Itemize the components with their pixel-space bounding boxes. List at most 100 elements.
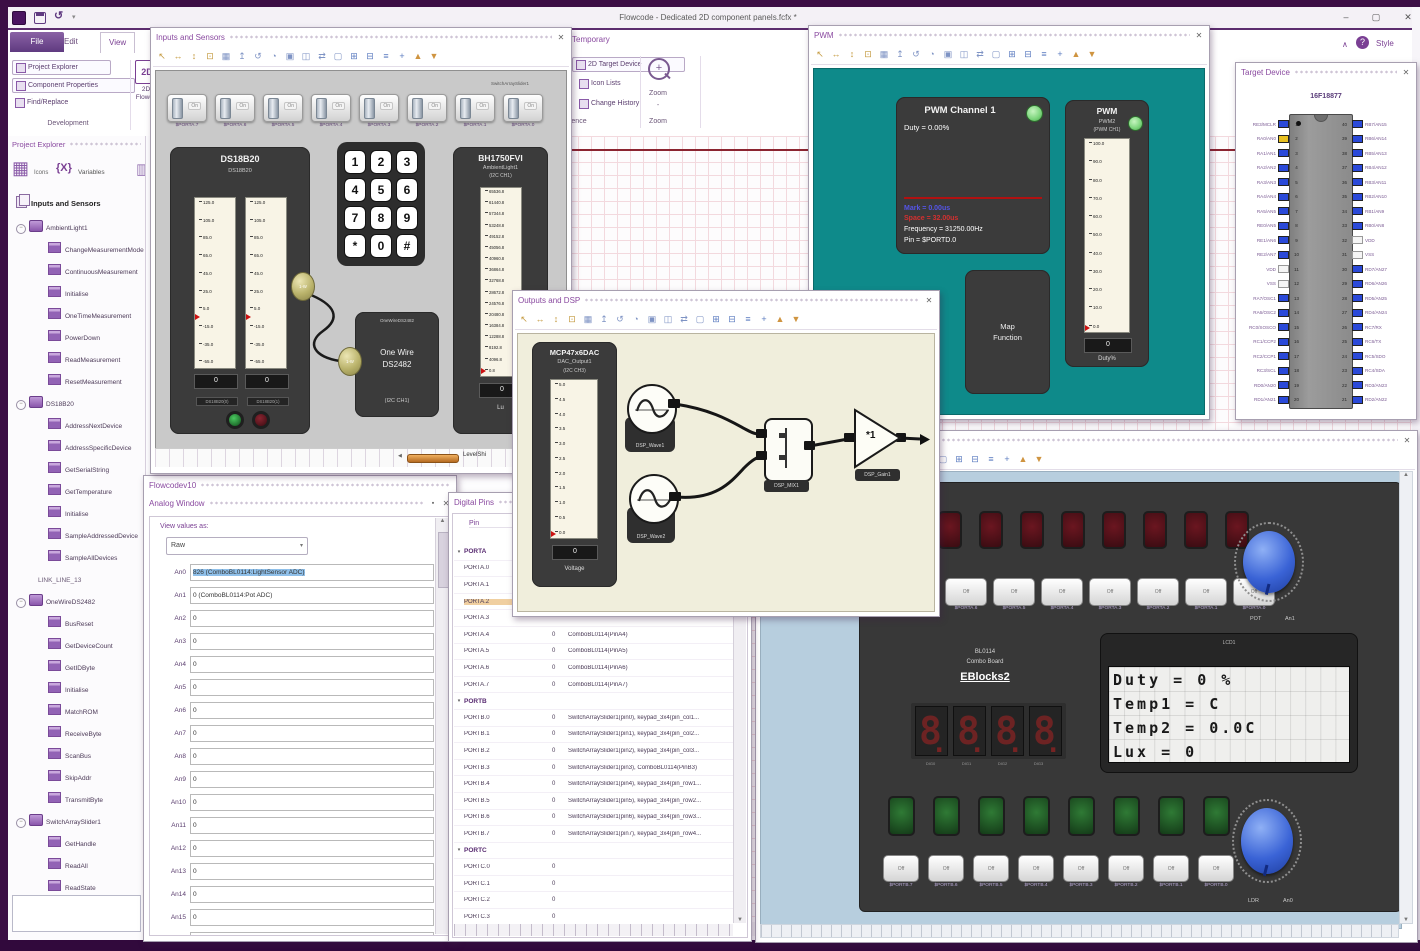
tree-item[interactable]: −SampleAllDevices [8, 548, 145, 570]
tree-item[interactable]: −SampleAddressedDevice [8, 526, 145, 548]
chip-pin[interactable]: VSS 12 [1240, 277, 1302, 292]
analog-value-field[interactable]: 0 [190, 771, 434, 788]
analog-value-field[interactable]: 0 [190, 794, 434, 811]
digital-pin-row[interactable]: ▾ PORTC [454, 843, 733, 860]
chip-pin[interactable]: RA0/AN0 2 [1240, 132, 1302, 147]
scroll-down-icon[interactable]: ▼ [1400, 917, 1412, 923]
close-icon[interactable]: ✕ [556, 33, 566, 42]
toolbar-icon[interactable]: ↖ [518, 313, 530, 325]
digital-pin-row[interactable]: PORTB.7 0 SwitchArraySlider1(pin7), keypad… [454, 826, 733, 843]
analog-value-field[interactable]: 0 [190, 633, 434, 650]
chip-pin[interactable]: 23 RC4/SDA [1339, 364, 1412, 379]
ribbon-item-project-explorer[interactable]: Project Explorer [12, 60, 111, 75]
pwm-channel-component[interactable]: PWM Channel 1 Duty = 0.00% Mark = 0.00us… [896, 97, 1050, 254]
port-button[interactable]: Off $PORTB.1 [1153, 855, 1189, 888]
zoom-in-icon[interactable]: + [648, 58, 670, 80]
chip-pin[interactable]: 34 RB1/AN9 [1339, 204, 1412, 219]
toolbar-icon[interactable]: ⇄ [316, 50, 328, 62]
close-icon[interactable]: ✕ [924, 296, 934, 305]
chip-pin[interactable]: RC3/SCL 18 [1240, 364, 1302, 379]
tree-item[interactable]: −ContinuousMeasurement [8, 262, 145, 284]
chip-pin[interactable]: RC0/SOSCO 15 [1240, 320, 1302, 335]
digital-pin-row[interactable]: PORTA.5 0 ComboBL0114(PinA5) [454, 644, 733, 661]
analog-value-field[interactable]: 0 [190, 610, 434, 627]
tree-item[interactable]: −SkipAddr [8, 768, 145, 790]
analog-value-field[interactable]: 0 [190, 840, 434, 857]
tree-item[interactable]: −GetSerialString [8, 460, 145, 482]
chip-pin[interactable]: 32 VDD [1339, 233, 1412, 248]
window-titlebar[interactable]: PWM ✕ [809, 26, 1209, 44]
toolbar-icon[interactable]: ≡ [380, 50, 392, 62]
chip-pin[interactable]: 25 RC6/TX [1339, 335, 1412, 350]
chip-pin[interactable]: RD1/AN21 20 [1240, 393, 1302, 408]
icons-tab-icon[interactable]: ▦ [12, 158, 29, 178]
tree-item[interactable]: −AddressSpecificDevice [8, 438, 145, 460]
digital-pin-row[interactable]: PORTC.2 0 [454, 892, 733, 910]
toolbar-icon[interactable]: ≡ [742, 313, 754, 325]
tree-item[interactable]: − AmbientLight1 [8, 218, 145, 240]
tree-item[interactable]: − OneWireDS2482 [8, 592, 145, 614]
analog-value-field[interactable]: 0 [190, 656, 434, 673]
toolbar-icon[interactable]: ▦ [582, 313, 594, 325]
chip-pin[interactable]: VDD 11 [1240, 262, 1302, 277]
scroll-thumb[interactable] [407, 454, 459, 463]
chip-pin[interactable]: RA2/AN2 4 [1240, 161, 1302, 176]
toolbar-icon[interactable]: ▢ [694, 313, 706, 325]
toolbar-icon[interactable]: ↔ [830, 48, 842, 60]
duty-slider[interactable]: 100.0 90.0 80.0 70.0 60.0 50.0 40.0 30.0 20.0 10.… [1084, 138, 1130, 333]
digital-pin-row[interactable]: PORTB.2 0 SwitchArraySlider1(pin2), keypad… [454, 743, 733, 760]
tree-item[interactable]: −MatchROM [8, 702, 145, 724]
icons-tab-label[interactable]: Icons [34, 170, 48, 176]
chip-pin[interactable]: RA1/AN1 3 [1240, 146, 1302, 161]
chip-pin[interactable]: 30 RD7/AN27 [1339, 262, 1412, 277]
chip-pin[interactable]: 21 RD2/AN22 [1339, 393, 1412, 408]
vertical-scrollbar[interactable]: ▲ ▼ [1399, 471, 1413, 924]
port-button[interactable]: Off $PORTA.3 [1089, 578, 1131, 611]
minimize-button[interactable]: – [1336, 9, 1356, 25]
toolbar-icon[interactable]: ↥ [598, 313, 610, 325]
toolbar-icon[interactable]: ⊞ [710, 313, 722, 325]
toolbar-icon[interactable]: ⊞ [953, 453, 965, 465]
expander-icon[interactable]: − [16, 818, 26, 828]
toolbar-icon[interactable]: ▼ [1086, 48, 1098, 60]
port-button[interactable]: Off $PORTB.2 [1108, 855, 1144, 888]
view-values-dropdown[interactable]: ▾ Raw [166, 537, 308, 555]
onewire-bus-node[interactable]: 1-W [291, 272, 315, 301]
digital-pin-row[interactable]: ▾ PORTB [454, 693, 733, 710]
chip-pin[interactable]: 24 RC5/SDO [1339, 349, 1412, 364]
port-button[interactable]: Off $PORTA.5 [993, 578, 1035, 611]
toolbar-icon[interactable]: ▲ [774, 313, 786, 325]
toolbar-icon[interactable]: ◔ [268, 50, 280, 62]
port-button[interactable]: Off $PORTB.7 [883, 855, 919, 888]
ribbon-item-find-replace[interactable]: Find/Replace [12, 96, 101, 109]
chip-pin[interactable]: 36 RB3/AN11 [1339, 175, 1412, 190]
tab-edit[interactable]: Edit [56, 32, 86, 52]
chip-pin[interactable]: RA6/OSC2 14 [1240, 306, 1302, 321]
toolbar-icon[interactable]: ↺ [252, 50, 264, 62]
digital-pin-row[interactable]: PORTB.6 0 SwitchArraySlider1(pin6), keypad… [454, 810, 733, 827]
tree-item[interactable]: −OneTimeMeasurement [8, 306, 145, 328]
group-arrow-icon[interactable]: ▾ [454, 847, 464, 853]
toolbar-icon[interactable]: ↺ [614, 313, 626, 325]
chip-pin[interactable]: 39 RB6/AN14 [1339, 132, 1412, 147]
chip-pin[interactable]: RE1/AN6 9 [1240, 233, 1302, 248]
bottom-scroll-strip[interactable]: ◀ LevelShi [155, 448, 565, 467]
analog-value-field[interactable]: 826 (ComboBL0114:LightSensor ADC) [190, 564, 434, 581]
toolbar-icon[interactable]: ▲ [412, 50, 424, 62]
chip-pin[interactable]: 35 RB2/AN10 [1339, 190, 1412, 205]
toolbar-icon[interactable]: ↔ [534, 313, 546, 325]
tree-item[interactable]: −BusReset [8, 614, 145, 636]
tree-item[interactable]: −GetDeviceCount [8, 636, 145, 658]
chip-pin[interactable]: 40 RB7/AN15 [1339, 117, 1412, 132]
digital-pin-row[interactable]: PORTB.0 0 SwitchArraySlider1(pin0), keypad… [454, 710, 733, 727]
window-titlebar[interactable]: Outputs and DSP ✕ [513, 291, 939, 309]
chip-pin[interactable]: RE0/AN5 8 [1240, 219, 1302, 234]
app-icon[interactable] [12, 11, 26, 25]
toolbar-icon[interactable]: ▲ [1017, 453, 1029, 465]
digital-pin-row[interactable]: PORTB.1 0 SwitchArraySlider1(pin1), keypad… [454, 727, 733, 744]
tree-item[interactable]: −LINK_LINE_13 [8, 570, 145, 592]
digital-pin-row[interactable]: PORTA.4 0 ComboBL0114(PinA4) [454, 627, 733, 644]
style-menu[interactable]: Style [1376, 39, 1394, 48]
tree-item[interactable]: −TransmitByte [8, 790, 145, 812]
digital-pin-row[interactable]: PORTC.1 0 [454, 876, 733, 893]
